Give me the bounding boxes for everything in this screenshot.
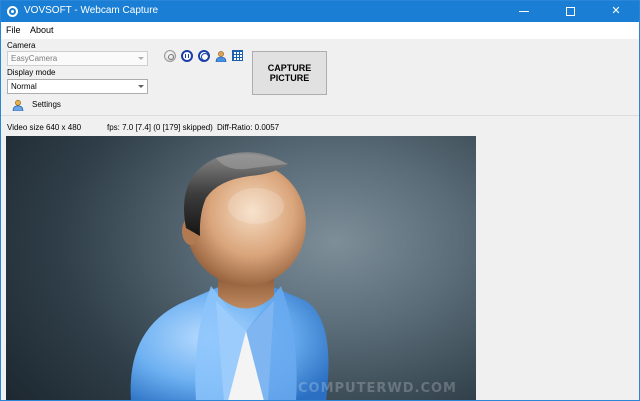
webcam-app-icon[interactable] bbox=[7, 6, 18, 17]
minimize-icon bbox=[519, 10, 529, 12]
camera-select-value: EasyCamera bbox=[11, 54, 58, 63]
pause-icon[interactable] bbox=[181, 50, 193, 62]
close-icon: ✕ bbox=[611, 5, 621, 17]
divider bbox=[1, 115, 639, 116]
maximize-button[interactable] bbox=[547, 1, 593, 22]
camera-label: Camera bbox=[7, 41, 36, 50]
camera-select[interactable]: EasyCamera bbox=[7, 51, 148, 66]
video-size-status: Video size 640 x 480 bbox=[7, 123, 82, 132]
stop-icon[interactable] bbox=[198, 50, 210, 62]
settings-button[interactable]: Settings bbox=[9, 98, 69, 112]
user-avatar-image bbox=[130, 152, 329, 400]
close-button[interactable]: ✕ bbox=[593, 1, 639, 22]
capture-picture-button[interactable]: CAPTURE PICTURE bbox=[252, 51, 327, 95]
menu-bar: File About bbox=[1, 22, 639, 39]
video-preview[interactable]: COMPUTERWD.COM bbox=[6, 136, 476, 400]
capture-picture-label: CAPTURE PICTURE bbox=[267, 63, 312, 83]
user-settings-icon bbox=[12, 99, 24, 112]
menu-file[interactable]: File bbox=[6, 25, 21, 36]
display-mode-label: Display mode bbox=[7, 68, 56, 77]
settings-label: Settings bbox=[32, 100, 61, 109]
chevron-down-icon bbox=[138, 85, 144, 88]
maximize-icon bbox=[565, 6, 575, 16]
watermark-text: COMPUTERWD.COM bbox=[298, 381, 457, 396]
refresh-icon[interactable] bbox=[164, 50, 176, 62]
user-icon[interactable] bbox=[215, 50, 227, 63]
chevron-down-icon bbox=[138, 57, 144, 60]
minimize-button[interactable] bbox=[501, 1, 547, 22]
display-mode-select-value: Normal bbox=[11, 82, 37, 91]
diff-ratio-status: Diff-Ratio: 0.0057 bbox=[217, 123, 280, 132]
menu-about[interactable]: About bbox=[30, 25, 54, 36]
grid-icon[interactable] bbox=[232, 50, 243, 61]
app-window: VOVSOFT - Webcam Capture ✕ File About Ca… bbox=[0, 0, 640, 401]
window-title: VOVSOFT - Webcam Capture bbox=[24, 5, 159, 16]
display-mode-select[interactable]: Normal bbox=[7, 79, 148, 94]
fps-status: fps: 7.0 [7.4] (0 [179] skipped) bbox=[107, 123, 213, 132]
title-bar[interactable]: VOVSOFT - Webcam Capture ✕ bbox=[1, 1, 639, 22]
